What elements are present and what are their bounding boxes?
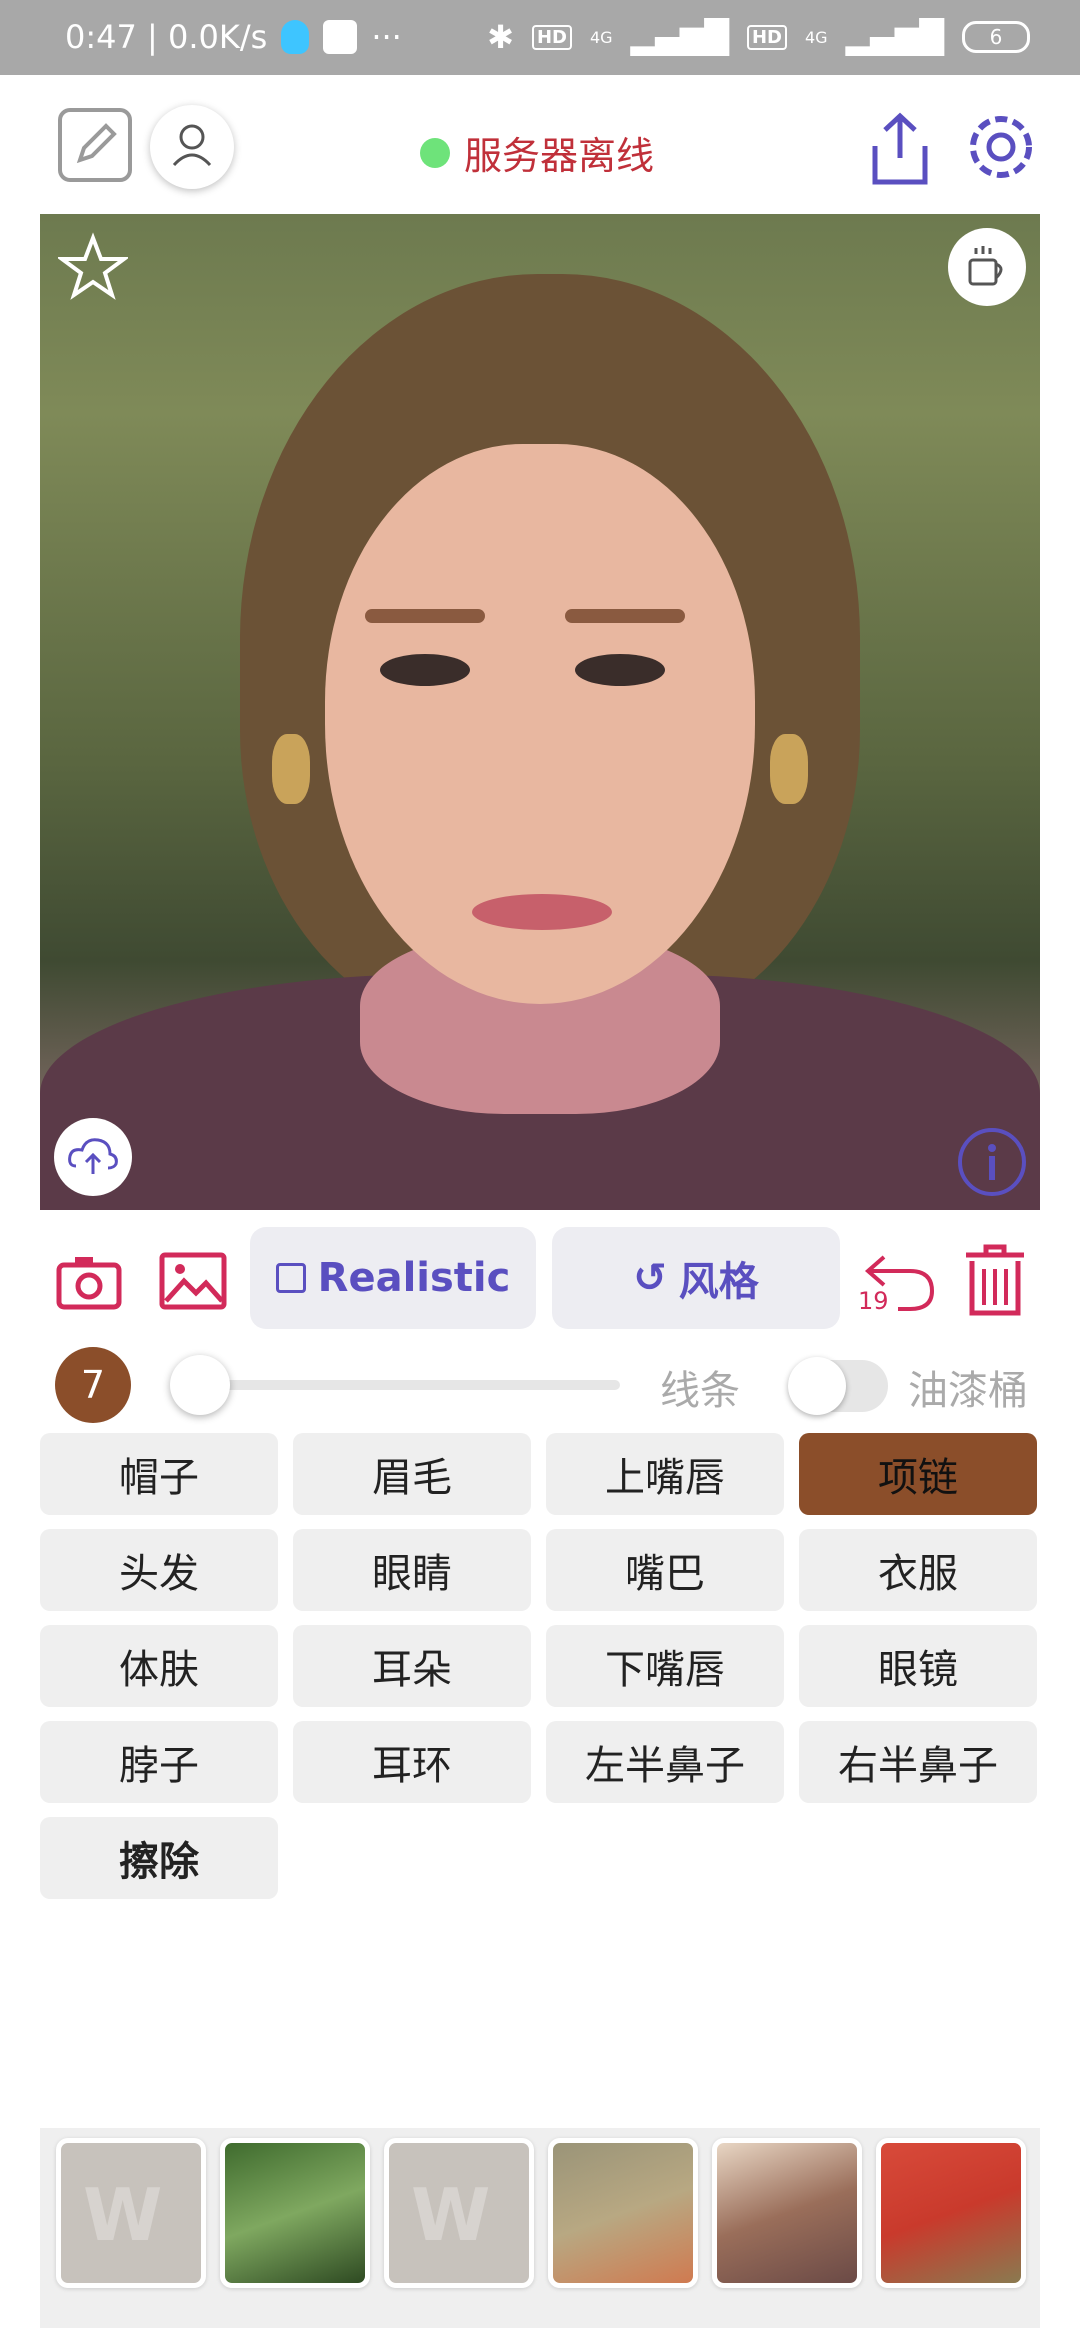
part-button-earrings[interactable]: 耳环 xyxy=(293,1721,531,1803)
toggle-knob xyxy=(788,1357,846,1415)
bluetooth-icon: ✱ xyxy=(487,18,514,56)
part-button-erase[interactable]: 擦除 xyxy=(40,1817,278,1899)
lines-label: 线条 xyxy=(660,1368,740,1414)
part-button-neck[interactable]: 脖子 xyxy=(40,1721,278,1803)
realistic-label: Realistic xyxy=(317,1255,511,1301)
brush-size-slider-thumb[interactable] xyxy=(170,1355,230,1415)
status-bar: 0:47 | 0.0K/s ··· ✱ HD 4G ▂▄▆█ HD 4G ▂▄▆… xyxy=(0,0,1080,75)
coffee-icon[interactable] xyxy=(948,228,1026,306)
bucket-label: 油漆桶 xyxy=(908,1368,1028,1414)
part-button-hat[interactable]: 帽子 xyxy=(40,1433,278,1515)
realistic-style-button[interactable]: Realistic xyxy=(250,1227,536,1329)
signal-bars-icon-1: ▂▄▆█ xyxy=(630,18,729,56)
part-button-clothes[interactable]: 衣服 xyxy=(799,1529,1037,1611)
part-button-mouth[interactable]: 嘴巴 xyxy=(546,1529,784,1611)
portrait-right-earring xyxy=(770,734,808,804)
more-notifications: ··· xyxy=(371,18,402,56)
bucket-toggle[interactable] xyxy=(788,1357,888,1415)
part-button-eyebrows[interactable]: 眉毛 xyxy=(293,1433,531,1515)
part-button-necklace[interactable]: 项链 xyxy=(799,1433,1037,1515)
favorite-star-icon[interactable] xyxy=(55,232,131,302)
style-thumbnail-bread[interactable] xyxy=(712,2138,862,2288)
brush-size-slider-track[interactable] xyxy=(175,1380,620,1390)
refresh-icon: ↺ xyxy=(633,1255,667,1301)
camera-icon[interactable] xyxy=(55,1253,123,1311)
drawing-canvas[interactable] xyxy=(40,214,1040,1210)
part-button-ears[interactable]: 耳朵 xyxy=(293,1625,531,1707)
signal-2: 4G xyxy=(804,27,828,47)
portrait-right-brow xyxy=(565,609,685,623)
brush-settings-row: 7 线条 油漆桶 xyxy=(0,1340,1080,1430)
style-thumbnail-placeholder-2[interactable]: W xyxy=(384,2138,534,2288)
user-icon[interactable] xyxy=(150,105,234,189)
settings-gear-icon[interactable] xyxy=(962,108,1040,186)
portrait-lips xyxy=(472,894,612,930)
part-button-lower-lip[interactable]: 下嘴唇 xyxy=(546,1625,784,1707)
portrait-left-brow xyxy=(365,609,485,623)
style-thumbnail-strip: W W xyxy=(40,2128,1040,2328)
undo-count: 19 xyxy=(858,1287,889,1315)
checkbox-icon xyxy=(275,1263,306,1293)
style-thumbnail-forest[interactable] xyxy=(220,2138,370,2288)
cloud-upload-icon[interactable] xyxy=(54,1118,132,1196)
status-dot xyxy=(420,137,450,168)
info-icon[interactable] xyxy=(956,1126,1028,1198)
portrait-left-eye xyxy=(380,654,470,686)
segmentation-part-grid: 帽子 眉毛 上嘴唇 项链 头发 眼睛 嘴巴 衣服 体肤 耳朵 下嘴唇 眼镜 脖子… xyxy=(40,1433,1040,1899)
brush-size-indicator: 7 xyxy=(55,1347,131,1423)
share-icon[interactable] xyxy=(865,110,935,190)
portrait-left-earring xyxy=(272,734,310,804)
hd-badge-1: HD xyxy=(531,24,572,50)
style-thumbnail-placeholder-1[interactable]: W xyxy=(56,2138,206,2288)
portrait-right-eye xyxy=(575,654,665,686)
qq-icon xyxy=(281,20,310,54)
app-notification-icon xyxy=(323,20,358,54)
signal-bars-icon-2: ▂▄▆█ xyxy=(845,18,944,56)
part-button-left-nose[interactable]: 左半鼻子 xyxy=(546,1721,784,1803)
style-button[interactable]: ↺ 风格 xyxy=(552,1227,840,1329)
signal-1: 4G xyxy=(589,27,613,47)
gallery-icon[interactable] xyxy=(158,1251,228,1311)
part-button-upper-lip[interactable]: 上嘴唇 xyxy=(546,1433,784,1515)
part-button-right-nose[interactable]: 右半鼻子 xyxy=(799,1721,1037,1803)
part-button-hair[interactable]: 头发 xyxy=(40,1529,278,1611)
action-row: Realistic ↺ 风格 19 xyxy=(0,1225,1080,1330)
battery-indicator: 6 xyxy=(962,21,1030,53)
part-button-glasses[interactable]: 眼镜 xyxy=(799,1625,1037,1707)
top-toolbar: 服务器离线 xyxy=(0,75,1080,215)
part-button-eyes[interactable]: 眼睛 xyxy=(293,1529,531,1611)
edit-icon[interactable] xyxy=(58,108,132,182)
style-thumbnail-autumn[interactable] xyxy=(548,2138,698,2288)
part-button-skin[interactable]: 体肤 xyxy=(40,1625,278,1707)
server-status-text: 服务器离线 xyxy=(464,134,655,178)
style-thumbnail-red-tree[interactable] xyxy=(876,2138,1026,2288)
trash-icon[interactable] xyxy=(962,1239,1028,1319)
server-status: 服务器离线 xyxy=(420,125,654,180)
style-label: 风格 xyxy=(678,1259,759,1305)
time-speed: 0:47 | 0.0K/s xyxy=(65,18,268,56)
hd-badge-2: HD xyxy=(746,24,787,50)
